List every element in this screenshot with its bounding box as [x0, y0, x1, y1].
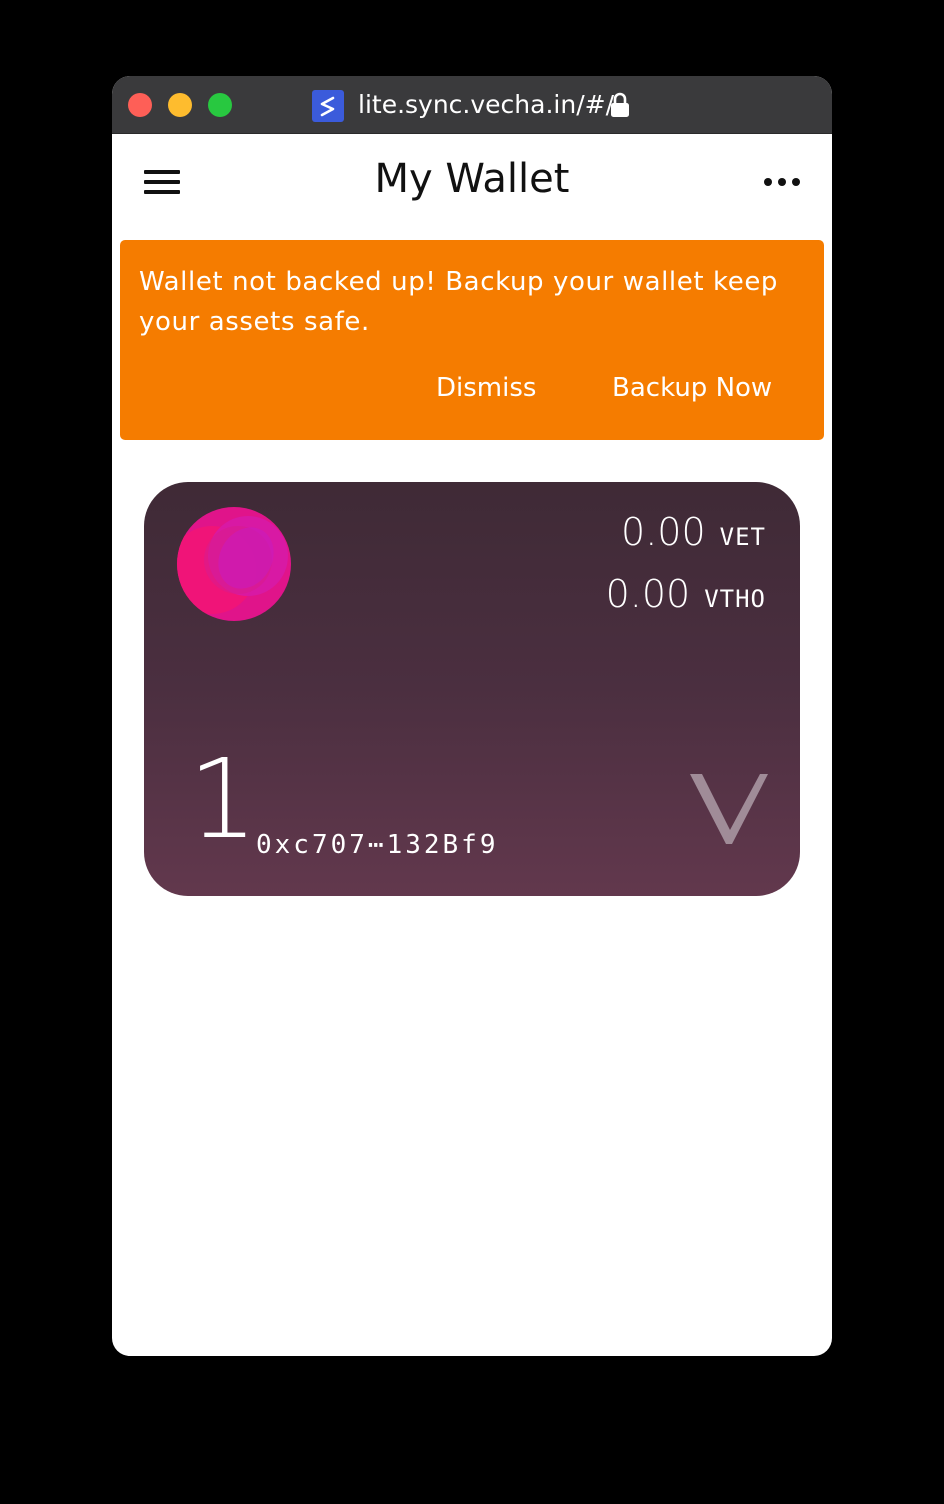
vet-amount: 0.00 — [621, 510, 706, 554]
minimize-window-button[interactable] — [168, 93, 192, 117]
wallet-avatar — [176, 506, 292, 622]
vet-symbol: VET — [719, 523, 766, 551]
lock-icon — [610, 92, 630, 123]
vtho-symbol: VTHO — [704, 585, 766, 613]
backup-warning-banner: Wallet not backed up! Backup your wallet… — [120, 240, 824, 440]
close-window-button[interactable] — [128, 93, 152, 117]
backup-now-button[interactable]: Backup Now — [612, 368, 772, 408]
address-bar-url[interactable]: lite.sync.vecha.in/#/ — [358, 89, 614, 121]
title-bar: lite.sync.vecha.in/#/ — [112, 76, 832, 134]
page-title: My Wallet — [374, 156, 570, 202]
browser-window: lite.sync.vecha.in/#/ My Wallet Wallet n… — [112, 76, 832, 1356]
more-horizontal-icon[interactable] — [764, 178, 800, 190]
maximize-window-button[interactable] — [208, 93, 232, 117]
dismiss-button[interactable]: Dismiss — [436, 368, 536, 408]
backup-warning-message: Wallet not backed up! Backup your wallet… — [139, 267, 779, 337]
vtho-balance: 0.00 VTHO — [606, 572, 766, 616]
vtho-amount: 0.00 — [605, 572, 691, 616]
wallet-address: 0xc707⋯132Bf9 — [256, 830, 499, 860]
vet-balance: 0.00 VET — [621, 510, 766, 554]
sync-site-icon — [312, 90, 344, 122]
wallet-index: 1 — [188, 735, 258, 863]
app-header: My Wallet — [112, 134, 832, 230]
wallet-card[interactable]: 0.00 VET 0.00 VTHO 1 0xc707⋯132Bf9 — [144, 482, 800, 896]
vechain-logo-icon — [690, 772, 768, 853]
